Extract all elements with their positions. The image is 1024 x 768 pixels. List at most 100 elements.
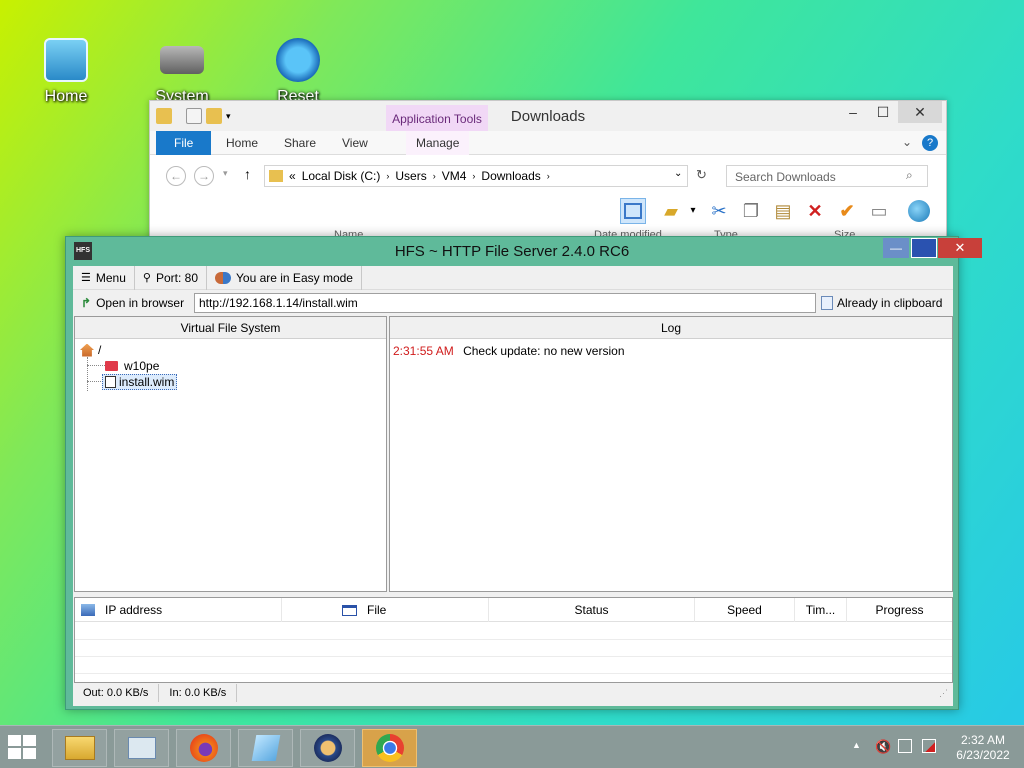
vfs-item-label: w10pe xyxy=(124,359,160,373)
clipboard-button[interactable]: Already in clipboard xyxy=(821,293,942,313)
maximize-button[interactable] xyxy=(911,238,937,258)
address-prefix: « xyxy=(289,169,296,183)
hfs-icon xyxy=(313,734,342,762)
globe-icon[interactable] xyxy=(906,198,932,224)
paste-icon[interactable]: ▤ xyxy=(770,198,796,224)
show-hidden-icons[interactable]: ▲ xyxy=(852,740,861,750)
help-icon[interactable]: ? xyxy=(922,135,938,151)
delete-icon[interactable]: ✕ xyxy=(802,198,828,224)
network-icon xyxy=(81,604,95,616)
file-explorer-icon xyxy=(64,736,95,760)
maximize-button[interactable]: ☐ xyxy=(868,101,898,123)
search-input[interactable]: Search Downloads xyxy=(726,165,928,187)
chevron-right-icon[interactable]: › xyxy=(386,171,389,181)
firefox-icon xyxy=(189,734,218,762)
forward-button[interactable]: → xyxy=(194,166,214,186)
column-progress[interactable]: Progress xyxy=(847,598,952,622)
log-panel: Log 2:31:55 AM Check update: no new vers… xyxy=(389,316,953,592)
preview-pane-icon[interactable] xyxy=(620,198,646,224)
column-speed[interactable]: Speed xyxy=(695,598,795,622)
chevron-right-icon[interactable]: › xyxy=(433,171,436,181)
arrow-curve-icon: ↱ xyxy=(81,296,92,310)
hfs-title: HFS ~ HTTP File Server 2.4.0 RC6 xyxy=(394,243,630,260)
vfs-root[interactable]: / xyxy=(80,343,101,357)
tab-file[interactable]: File xyxy=(156,131,212,155)
close-button[interactable]: ✕ xyxy=(898,101,942,123)
column-status[interactable]: Status xyxy=(489,598,695,622)
explorer-titlebar[interactable]: ▾ Application Tools Downloads – ☐ ✕ xyxy=(150,101,946,131)
chevron-down-icon[interactable]: ⌄ xyxy=(902,135,912,149)
open-in-browser-button[interactable]: ↱ Open in browser xyxy=(73,291,192,315)
vfs-item-install-wim[interactable]: install.wim xyxy=(102,374,178,390)
clipboard-icon xyxy=(821,296,833,310)
address-part[interactable]: Users xyxy=(395,169,426,183)
taskbar-chrome[interactable] xyxy=(362,729,417,767)
tree-connector xyxy=(87,365,105,366)
vfs-item-w10pe[interactable]: w10pe xyxy=(105,359,159,373)
address-row: ← → ▾ ↑ « Local Disk (C:) › Users › VM4 … xyxy=(150,155,946,193)
mode-button[interactable]: You are in Easy mode xyxy=(207,265,362,290)
minimize-button[interactable]: — xyxy=(883,238,909,258)
tab-manage[interactable]: Manage xyxy=(406,131,470,155)
ribbon-tabs: File Home Share View Manage ⌄ ? xyxy=(150,131,946,155)
tab-home[interactable]: Home xyxy=(216,131,268,155)
refresh-icon[interactable]: ↻ xyxy=(696,167,707,183)
hfs-titlebar[interactable]: HFS HFS ~ HTTP File Server 2.4.0 RC6 — ✕ xyxy=(66,237,982,265)
search-icon[interactable]: ⌕ xyxy=(906,168,913,183)
vfs-panel: Virtual File System / w10pe install.wim xyxy=(74,316,387,592)
explorer-window[interactable]: ▾ Application Tools Downloads – ☐ ✕ File… xyxy=(149,100,947,240)
taskbar-notepad[interactable] xyxy=(238,729,293,767)
cut-icon[interactable]: ✂ xyxy=(706,198,732,224)
port-label: Port: 80 xyxy=(155,270,198,285)
action-center-icon[interactable] xyxy=(922,739,936,753)
task-manager-icon xyxy=(127,737,156,759)
tab-share[interactable]: Share xyxy=(274,131,326,155)
taskbar-file-explorer[interactable] xyxy=(52,729,107,767)
column-file[interactable]: File xyxy=(282,598,489,622)
url-field[interactable]: http://192.168.1.14/install.wim xyxy=(194,293,816,313)
connections-header: IP address File Status Speed Tim... Prog… xyxy=(75,598,952,622)
recent-dropdown-icon[interactable]: ▾ xyxy=(223,168,228,179)
desktop-icon-label: Home xyxy=(44,88,88,105)
url-bar-row: ↱ Open in browser http://192.168.1.14/in… xyxy=(73,290,953,316)
chevron-right-icon[interactable]: › xyxy=(547,171,550,181)
desktop-icon-reset[interactable]: Reset xyxy=(253,38,343,106)
copy-icon[interactable]: ❐ xyxy=(738,198,764,224)
column-time[interactable]: Tim... xyxy=(795,598,847,622)
address-bar[interactable]: « Local Disk (C:) › Users › VM4 › Downlo… xyxy=(264,165,688,187)
menu-button[interactable]: ☰ Menu xyxy=(73,265,135,290)
address-part[interactable]: VM4 xyxy=(442,169,467,183)
resize-grip-icon[interactable]: ⋰ xyxy=(939,688,948,699)
rename-icon[interactable]: ▭ xyxy=(866,198,892,224)
port-button[interactable]: ⚲ Port: 80 xyxy=(135,265,207,290)
desktop-icon-home[interactable]: Home xyxy=(21,38,111,106)
clock[interactable]: 2:32 AM 6/23/2022 xyxy=(950,733,1016,763)
tab-view[interactable]: View xyxy=(332,131,378,155)
menu-label: Menu xyxy=(95,270,126,285)
home-icon xyxy=(80,343,94,357)
desktop-icon-system[interactable]: System xyxy=(137,38,227,106)
volume-muted-icon[interactable]: 🔇 xyxy=(875,739,891,755)
taskbar-hfs[interactable] xyxy=(300,729,355,767)
close-button[interactable]: ✕ xyxy=(938,238,982,258)
taskbar-task-manager[interactable] xyxy=(114,729,169,767)
check-icon[interactable]: ✔ xyxy=(834,198,860,224)
chevron-right-icon[interactable]: › xyxy=(472,171,475,181)
tree-connector xyxy=(87,357,88,391)
hfs-window[interactable]: HFS HFS ~ HTTP File Server 2.4.0 RC6 — ✕… xyxy=(65,236,982,710)
up-button[interactable]: ↑ xyxy=(244,166,251,182)
network-icon[interactable] xyxy=(898,739,912,753)
chevron-down-icon[interactable]: ▾ xyxy=(680,198,706,224)
column-ip-address[interactable]: IP address xyxy=(75,598,282,622)
folder-icon xyxy=(269,170,283,182)
address-part[interactable]: Local Disk (C:) xyxy=(302,169,381,183)
minimize-button[interactable]: – xyxy=(838,101,868,123)
hfs-status-bar: Out: 0.0 KB/s In: 0.0 KB/s ⋰ xyxy=(73,682,953,704)
address-dropdown-icon[interactable]: ⌄ xyxy=(674,168,682,179)
back-button[interactable]: ← xyxy=(166,166,186,186)
table-row xyxy=(75,657,952,674)
taskbar-firefox[interactable] xyxy=(176,729,231,767)
address-part[interactable]: Downloads xyxy=(481,169,540,183)
start-button[interactable] xyxy=(8,735,38,761)
hfs-toolbar: ☰ Menu ⚲ Port: 80 You are in Easy mode xyxy=(73,265,953,290)
